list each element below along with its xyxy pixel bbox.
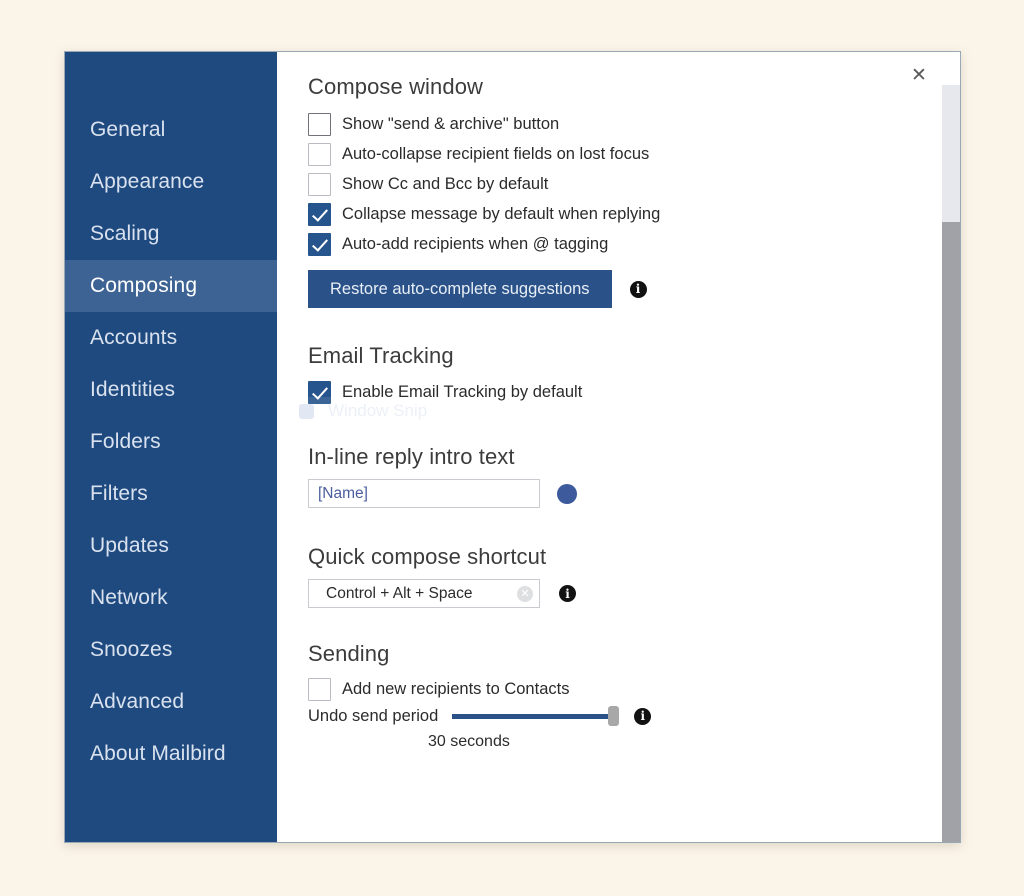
sidebar-item-appearance[interactable]: Appearance (65, 156, 277, 208)
sidebar-item-composing[interactable]: Composing (65, 260, 277, 312)
sidebar-item-snoozes[interactable]: Snoozes (65, 624, 277, 676)
sidebar-item-network[interactable]: Network (65, 572, 277, 624)
inline-reply-intro-input[interactable]: [Name] (308, 479, 540, 508)
sidebar-item-identities[interactable]: Identities (65, 364, 277, 416)
scrollbar-track[interactable] (942, 85, 960, 222)
checkbox-enable-email-tracking[interactable] (308, 380, 331, 404)
undo-send-period-label: Undo send period (308, 706, 439, 725)
settings-sidebar: General Appearance Scaling Composing Acc… (65, 52, 277, 842)
settings-content-pane: ✕ Compose window Show "send & archive" b… (277, 52, 960, 842)
checkbox-auto-add-recipients-tagging[interactable] (308, 232, 331, 256)
checkbox-label: Collapse message by default when replyin… (342, 204, 661, 223)
shortcut-value: Control + Alt + Space (326, 584, 473, 602)
sidebar-item-folders[interactable]: Folders (65, 416, 277, 468)
composing-settings-panel: Compose window Show "send & archive" but… (277, 52, 942, 842)
checkbox-label: Auto-collapse recipient fields on lost f… (342, 144, 650, 163)
checkbox-label: Add new recipients to Contacts (342, 679, 570, 698)
option-row-email-tracking[interactable]: Enable Email Tracking by default (308, 377, 942, 407)
checkbox-add-new-recipients-contacts[interactable] (308, 677, 331, 701)
sidebar-item-general[interactable]: General (65, 104, 277, 156)
option-row-auto-collapse[interactable]: Auto-collapse recipient fields on lost f… (308, 139, 942, 169)
option-row-send-archive[interactable]: Show "send & archive" button (308, 109, 942, 139)
color-swatch-icon[interactable] (557, 483, 577, 504)
sidebar-item-advanced[interactable]: Advanced (65, 676, 277, 728)
option-row-add-recipients-contacts[interactable]: Add new recipients to Contacts (308, 674, 942, 704)
scrollbar-thumb[interactable] (942, 222, 960, 842)
quick-compose-shortcut-heading: Quick compose shortcut (308, 544, 547, 569)
info-icon[interactable]: i (634, 707, 652, 725)
restore-autocomplete-button[interactable]: Restore auto-complete suggestions (308, 270, 612, 308)
undo-send-period-slider[interactable] (452, 706, 620, 726)
slider-rail (452, 713, 617, 719)
sidebar-item-scaling[interactable]: Scaling (65, 208, 277, 260)
option-row-auto-add-recipients[interactable]: Auto-add recipients when @ tagging (308, 229, 942, 259)
inline-reply-heading: In-line reply intro text (308, 444, 515, 469)
clear-icon[interactable]: ✕ (517, 585, 533, 602)
sidebar-item-updates[interactable]: Updates (65, 520, 277, 572)
info-icon[interactable]: i (559, 585, 576, 602)
quick-compose-shortcut-input[interactable]: Control + Alt + Space ✕ (308, 579, 540, 608)
close-icon[interactable]: ✕ (904, 60, 934, 90)
email-tracking-heading: Email Tracking (308, 343, 454, 368)
checkbox-show-send-archive[interactable] (308, 112, 331, 136)
slider-thumb[interactable] (608, 706, 620, 726)
settings-window: General Appearance Scaling Composing Acc… (64, 51, 961, 843)
sidebar-item-accounts[interactable]: Accounts (65, 312, 277, 364)
sidebar-item-filters[interactable]: Filters (65, 468, 277, 520)
checkbox-show-cc-bcc[interactable] (308, 172, 331, 196)
content-scrollbar[interactable] (942, 85, 960, 842)
sending-heading: Sending (308, 641, 390, 666)
sidebar-item-about-mailbird[interactable]: About Mailbird (65, 728, 277, 780)
undo-send-period-value: 30 seconds (428, 733, 510, 750)
checkbox-auto-collapse-recipients[interactable] (308, 142, 331, 166)
checkbox-collapse-message-replying[interactable] (308, 202, 331, 226)
option-row-show-cc-bcc[interactable]: Show Cc and Bcc by default (308, 169, 942, 199)
checkbox-label: Show Cc and Bcc by default (342, 174, 549, 193)
checkbox-label: Auto-add recipients when @ tagging (342, 234, 609, 253)
info-icon[interactable]: i (629, 280, 647, 298)
checkbox-label: Show "send & archive" button (342, 114, 560, 133)
checkbox-label: Enable Email Tracking by default (342, 382, 583, 401)
option-row-collapse-message[interactable]: Collapse message by default when replyin… (308, 199, 942, 229)
compose-window-heading: Compose window (308, 74, 484, 99)
